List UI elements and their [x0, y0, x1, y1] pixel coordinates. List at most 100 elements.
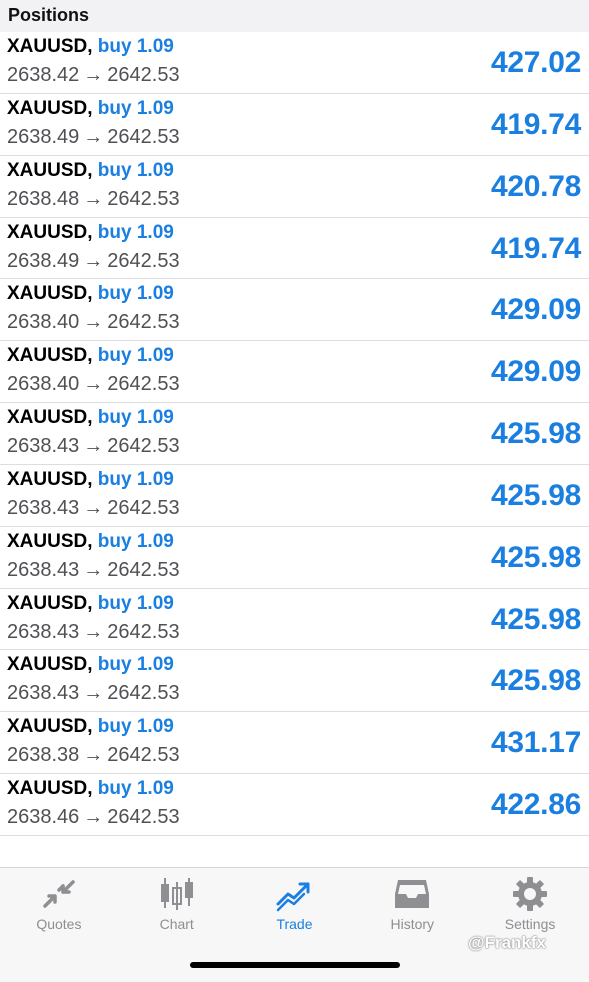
symbol: XAUUSD [7, 407, 88, 429]
positions-list: XAUUSD, buy 1.09 2638.42 → 2642.53 427.02 … [0, 32, 589, 836]
price-line: 2638.43 → 2642.53 [7, 558, 180, 582]
open-price: 2638.38 [7, 744, 80, 767]
arrow: → [83, 187, 104, 210]
current-price: 2642.53 [107, 558, 180, 581]
tab-quotes[interactable]: Quotes [0, 876, 118, 936]
tab-label: Quotes [36, 916, 82, 932]
profit-value: 425.98 [491, 540, 581, 574]
position-title: XAUUSD, buy 1.09 [7, 531, 174, 553]
open-price: 2638.42 [7, 64, 80, 86]
open-price: 2638.43 [7, 558, 80, 581]
position-row[interactable]: XAUUSD, buy 1.09 2638.43 → 2642.53 425.98 [0, 526, 589, 589]
separator: , [87, 654, 98, 676]
position-row[interactable]: XAUUSD, buy 1.09 2638.48 → 2642.53 420.78 [0, 155, 589, 218]
open-price: 2638.49 [7, 125, 80, 148]
arrow: → [83, 373, 104, 396]
tab-trade[interactable]: Trade [236, 876, 354, 936]
price-line: 2638.43 → 2642.53 [7, 496, 180, 520]
position-row[interactable]: XAUUSD, buy 1.09 2638.46 → 2642.53 422.86 [0, 774, 589, 836]
profit-value: 422.86 [491, 788, 581, 822]
quotes-icon [39, 876, 79, 912]
separator: , [87, 345, 98, 367]
watermark: @Frankfx [468, 933, 546, 952]
position-title: XAUUSD, buy 1.09 [7, 160, 174, 182]
position-row[interactable]: XAUUSD, buy 1.09 2638.43 → 2642.53 425.98 [0, 403, 589, 465]
profit-value: 425.98 [491, 417, 581, 451]
home-indicator[interactable] [190, 962, 400, 968]
current-price: 2642.53 [107, 620, 180, 643]
separator: , [87, 159, 98, 181]
current-price: 2642.53 [107, 249, 180, 272]
position-row[interactable]: XAUUSD, buy 1.09 2638.49 → 2642.53 419.74 [0, 217, 589, 280]
symbol: XAUUSD [7, 716, 88, 738]
position-title: XAUUSD, buy 1.09 [7, 469, 174, 491]
symbol: XAUUSD [7, 468, 88, 490]
symbol: XAUUSD [7, 159, 88, 181]
position-row[interactable]: XAUUSD, buy 1.09 2638.40 → 2642.53 429.09 [0, 279, 589, 342]
arrow: → [83, 620, 104, 643]
symbol: XAUUSD [7, 283, 88, 305]
price-line: 2638.48 → 2642.53 [7, 187, 180, 211]
current-price: 2642.53 [107, 496, 180, 519]
position-row[interactable]: XAUUSD, buy 1.09 2638.40 → 2642.53 429.09 [0, 341, 589, 404]
separator: , [87, 407, 98, 429]
side-volume: buy 1.09 [97, 345, 174, 367]
price-line: 2638.42 → 2642.53 [7, 63, 180, 87]
tab-settings[interactable]: Settings [471, 876, 589, 936]
current-price: 2642.53 [107, 187, 180, 210]
arrow: → [83, 682, 104, 705]
profit-value: 429.09 [491, 355, 581, 389]
arrow: → [83, 64, 104, 86]
position-title: XAUUSD, buy 1.09 [7, 654, 174, 676]
position-row[interactable]: XAUUSD, buy 1.09 2638.43 → 2642.53 425.98 [0, 464, 589, 527]
position-row[interactable]: XAUUSD, buy 1.09 2638.43 → 2642.53 425.98 [0, 588, 589, 651]
profit-value: 419.74 [491, 107, 581, 141]
position-row[interactable]: XAUUSD, buy 1.09 2638.43 → 2642.53 425.98 [0, 650, 589, 713]
profit-value: 425.98 [491, 602, 581, 636]
price-line: 2638.46 → 2642.53 [7, 805, 180, 829]
separator: , [87, 530, 98, 552]
tab-history[interactable]: History [353, 876, 471, 936]
price-line: 2638.40 → 2642.53 [7, 372, 180, 396]
trade-icon [274, 876, 314, 912]
position-title: XAUUSD, buy 1.09 [7, 222, 174, 244]
current-price: 2642.53 [107, 744, 180, 767]
current-price: 2642.53 [107, 125, 180, 148]
profit-value: 425.98 [491, 478, 581, 512]
price-line: 2638.38 → 2642.53 [7, 743, 180, 767]
arrow: → [83, 558, 104, 581]
arrow: → [83, 806, 104, 829]
current-price: 2642.53 [107, 435, 180, 458]
positions-title: Positions [8, 5, 90, 25]
position-row[interactable]: XAUUSD, buy 1.09 2638.42 → 2642.53 427.02 [0, 32, 589, 94]
current-price: 2642.53 [107, 806, 180, 829]
position-title: XAUUSD, buy 1.09 [7, 778, 174, 800]
side-volume: buy 1.09 [97, 283, 174, 305]
profit-value: 429.09 [491, 293, 581, 327]
profit-value: 425.98 [491, 664, 581, 698]
position-row[interactable]: XAUUSD, buy 1.09 2638.49 → 2642.53 419.74 [0, 93, 589, 156]
side-volume: buy 1.09 [97, 530, 174, 552]
separator: , [87, 778, 98, 800]
arrow: → [83, 125, 104, 148]
price-line: 2638.49 → 2642.53 [7, 249, 180, 273]
side-volume: buy 1.09 [97, 36, 174, 57]
symbol: XAUUSD [7, 592, 88, 614]
open-price: 2638.49 [7, 249, 80, 272]
separator: , [87, 221, 98, 243]
symbol: XAUUSD [7, 778, 88, 800]
side-volume: buy 1.09 [97, 221, 174, 243]
symbol: XAUUSD [7, 654, 88, 676]
symbol: XAUUSD [7, 530, 88, 552]
position-title: XAUUSD, buy 1.09 [7, 98, 174, 120]
price-line: 2638.43 → 2642.53 [7, 620, 180, 644]
tab-chart[interactable]: Chart [118, 876, 236, 936]
position-title: XAUUSD, buy 1.09 [7, 593, 174, 615]
current-price: 2642.53 [107, 311, 180, 334]
open-price: 2638.43 [7, 435, 80, 458]
symbol: XAUUSD [7, 221, 88, 243]
profit-value: 420.78 [491, 169, 581, 203]
position-row[interactable]: XAUUSD, buy 1.09 2638.38 → 2642.53 431.17 [0, 712, 589, 775]
position-title: XAUUSD, buy 1.09 [7, 36, 174, 58]
side-volume: buy 1.09 [97, 592, 174, 614]
